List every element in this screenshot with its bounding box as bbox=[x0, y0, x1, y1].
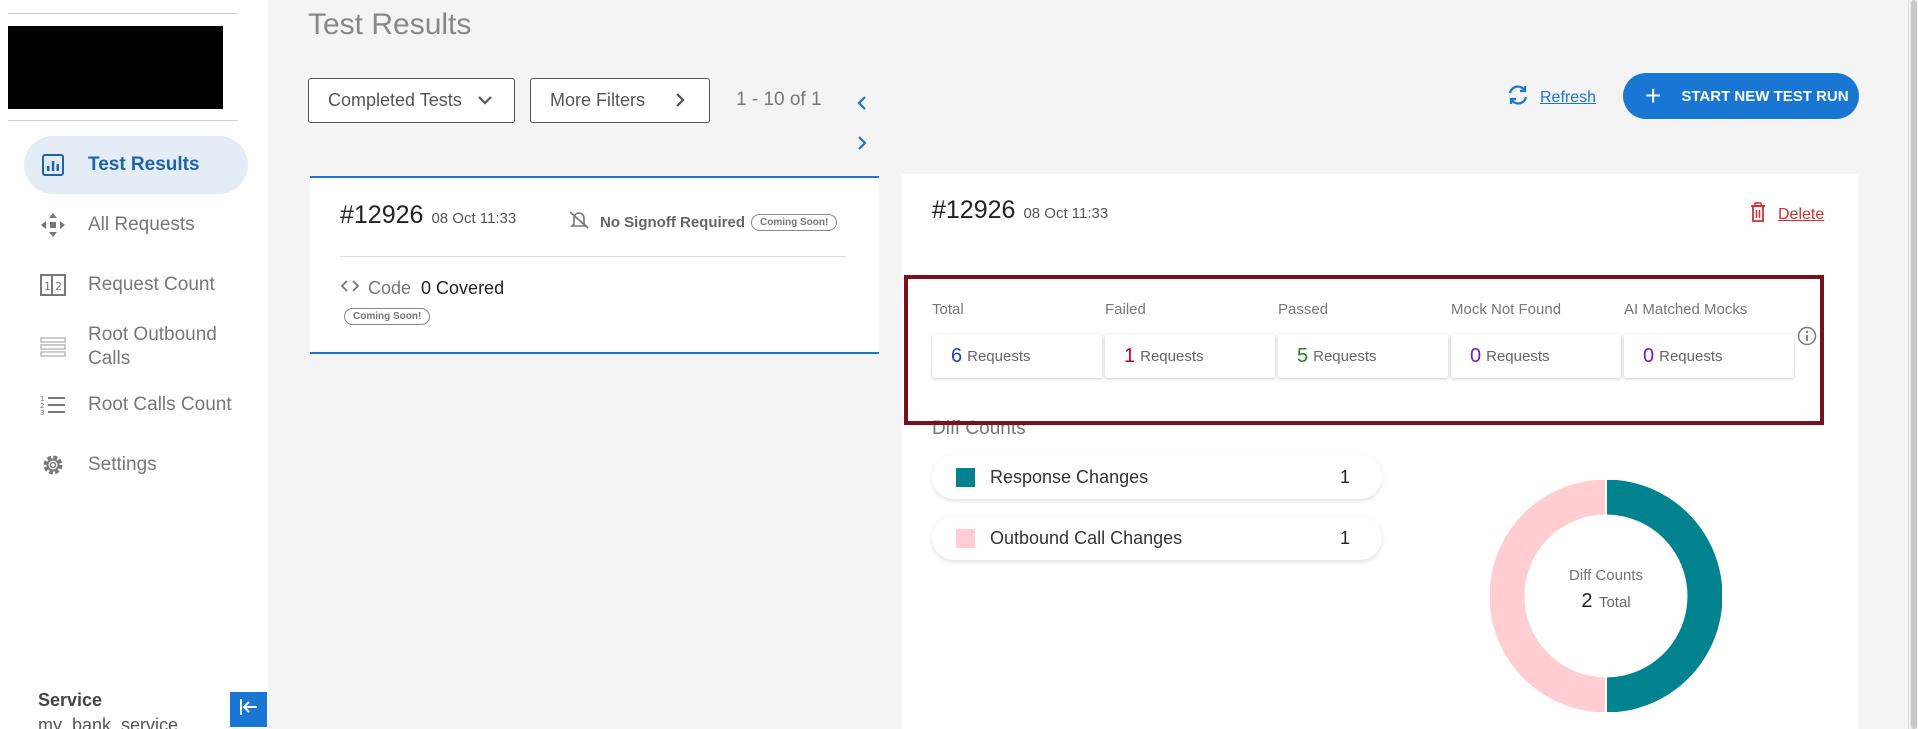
legend-swatch bbox=[956, 528, 975, 548]
delete-label: Delete bbox=[1778, 205, 1825, 223]
dropdown-label: Completed Tests bbox=[328, 90, 462, 110]
diff-row-outbound-call-changes[interactable]: Outbound Call Changes 1 bbox=[932, 516, 1382, 560]
scrollbar-thumb[interactable] bbox=[1911, 0, 1917, 729]
legend-swatch bbox=[956, 467, 975, 487]
arrows-icon bbox=[38, 210, 68, 240]
code-icon bbox=[340, 278, 360, 299]
start-button-label: START NEW TEST RUN bbox=[1681, 87, 1849, 105]
sidebar-item-label: Test Results bbox=[88, 154, 200, 175]
pagination-range: 1 - 10 of 1 bbox=[736, 89, 822, 110]
detail-header: #12926 08 Oct 11:33 bbox=[932, 196, 1108, 225]
divider bbox=[8, 120, 238, 121]
numbered-list-icon: 123 bbox=[38, 390, 68, 420]
collapse-sidebar-button[interactable] bbox=[230, 692, 267, 727]
donut-center: Diff Counts 2 Total bbox=[1490, 567, 1722, 613]
logo bbox=[8, 26, 223, 109]
run-date: 08 Oct 11:33 bbox=[431, 210, 517, 227]
sidebar-item-root-outbound-calls[interactable]: Root Outbound Calls bbox=[24, 316, 248, 378]
diff-count: 1 bbox=[1339, 466, 1350, 487]
donut-title: Diff Counts bbox=[1569, 567, 1643, 584]
diff-row-response-changes[interactable]: Response Changes 1 bbox=[932, 455, 1382, 499]
code-label: Code bbox=[368, 278, 412, 298]
diff-label: Outbound Call Changes bbox=[990, 527, 1183, 548]
chevron-right-icon bbox=[671, 91, 689, 114]
refresh-icon bbox=[1506, 84, 1530, 111]
donut-total-label: Total bbox=[1598, 594, 1631, 611]
sidebar-item-test-results[interactable]: Test Results bbox=[24, 136, 248, 194]
coming-soon-badge: Coming Soon! bbox=[751, 214, 838, 231]
coming-soon-badge: Coming Soon! bbox=[344, 308, 431, 325]
scrollbar[interactable] bbox=[1908, 0, 1918, 729]
service-title: Service bbox=[38, 690, 103, 710]
divider bbox=[340, 256, 846, 257]
sidebar-item-label: All Requests bbox=[88, 214, 195, 235]
previous-page-icon[interactable] bbox=[852, 93, 872, 113]
sidebar-item-settings[interactable]: Settings bbox=[24, 436, 248, 494]
signoff-label: No Signoff Required bbox=[600, 214, 745, 231]
signoff-status: No Signoff Required Coming Soon! bbox=[568, 210, 838, 235]
svg-text:1: 1 bbox=[44, 280, 51, 293]
svg-text:3: 3 bbox=[40, 409, 44, 417]
sidebar: Test Results All Requests 12 Request Cou… bbox=[0, 0, 268, 729]
refresh-label: Refresh bbox=[1540, 88, 1597, 106]
service-name: my_bank_service bbox=[38, 715, 179, 729]
sidebar-item-label: Request Count bbox=[88, 274, 215, 295]
more-filters-label: More Filters bbox=[550, 90, 646, 110]
sidebar-item-label: Settings bbox=[88, 454, 157, 475]
page-title: Test Results bbox=[308, 8, 472, 41]
donut-total-value: 2 bbox=[1581, 590, 1593, 612]
test-run-card[interactable]: #12926 08 Oct 11:33 No Signoff Required … bbox=[310, 176, 879, 354]
sidebar-item-label: Root Outbound Calls bbox=[88, 324, 217, 369]
donut-total: 2 Total bbox=[1490, 590, 1722, 613]
run-id: #12926 bbox=[932, 196, 1016, 224]
next-page-icon[interactable] bbox=[852, 133, 872, 153]
refresh-button[interactable]: Refresh bbox=[1506, 84, 1596, 111]
delete-button[interactable]: Delete bbox=[1750, 202, 1824, 227]
sidebar-item-label: Root Calls Count bbox=[88, 394, 232, 415]
plus-icon: + bbox=[1645, 80, 1662, 111]
code-covered-value: 0 Covered bbox=[421, 278, 505, 298]
more-filters-button[interactable]: More Filters bbox=[530, 78, 710, 123]
sidebar-item-root-calls-count[interactable]: 123 Root Calls Count bbox=[24, 376, 248, 434]
run-header: #12926 08 Oct 11:33 bbox=[340, 201, 516, 230]
diff-count: 1 bbox=[1339, 527, 1350, 548]
counter-icon: 12 bbox=[38, 270, 68, 300]
code-coverage: Code 0 Covered bbox=[340, 278, 504, 299]
stack-icon bbox=[38, 332, 68, 362]
stats-highlight-box bbox=[904, 275, 1824, 425]
chevron-down-icon bbox=[476, 91, 494, 114]
start-new-test-run-button[interactable]: + START NEW TEST RUN bbox=[1623, 73, 1859, 119]
diff-label: Response Changes bbox=[990, 466, 1149, 487]
gear-icon bbox=[38, 450, 68, 480]
code-badge-wrapper: Coming Soon! bbox=[344, 306, 431, 325]
run-date: 08 Oct 11:33 bbox=[1023, 205, 1109, 222]
svg-text:2: 2 bbox=[55, 280, 62, 293]
completed-tests-dropdown[interactable]: Completed Tests bbox=[308, 78, 515, 123]
no-signoff-icon bbox=[568, 210, 590, 235]
divider bbox=[8, 13, 238, 14]
sidebar-item-request-count[interactable]: 12 Request Count bbox=[24, 256, 248, 314]
collapse-icon bbox=[239, 698, 259, 721]
trash-icon bbox=[1750, 202, 1766, 227]
bar-chart-icon bbox=[38, 150, 68, 180]
run-id: #12926 bbox=[340, 201, 424, 229]
sidebar-item-all-requests[interactable]: All Requests bbox=[24, 196, 248, 254]
